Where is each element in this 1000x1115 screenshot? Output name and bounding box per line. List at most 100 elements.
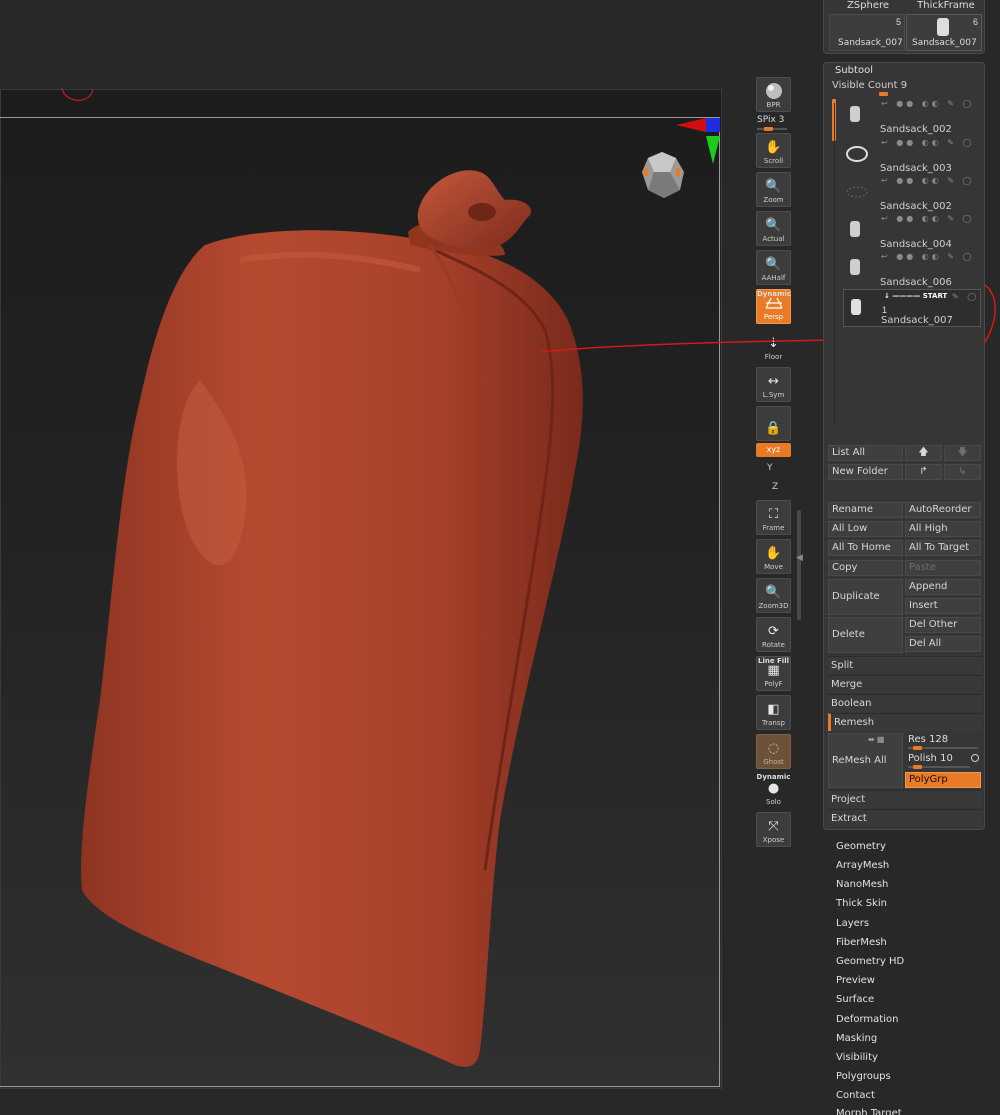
floor-icon: ⇣ — [768, 335, 779, 351]
subtool-row[interactable]: ↩ ●● ◐◐ ✎ ◯ Sandsack_003 — [843, 136, 981, 174]
del-all-button[interactable]: Del All — [905, 636, 981, 652]
zsphere-tool[interactable]: ZSphere — [830, 0, 906, 12]
polish-circle-icon[interactable] — [971, 754, 979, 762]
visible-count-knob[interactable] — [879, 92, 888, 96]
move-up-arrow-icon[interactable]: 🡅 — [905, 445, 942, 461]
all-to-home-button[interactable]: All To Home — [828, 540, 903, 556]
move-button[interactable]: ✋ Move — [756, 539, 791, 574]
lsym-button[interactable]: ↔ L.Sym — [756, 367, 791, 402]
line-fill-tag: Line Fill — [757, 657, 789, 665]
subtool-row-icons[interactable]: ↩ ●● ◐◐ ✎ ◯ — [881, 138, 974, 147]
list-all-button[interactable]: List All — [828, 445, 903, 461]
actual-button[interactable]: 🔍 Actual — [756, 211, 791, 246]
subtool-row[interactable]: ↩ ●● ◐◐ ✎ ◯ Sandsack_006 — [843, 250, 981, 288]
menu-masking[interactable]: Masking — [836, 1033, 877, 1044]
del-other-button[interactable]: Del Other — [905, 617, 981, 633]
xpose-icon: ⤧ — [768, 818, 779, 834]
remesh-options-icon[interactable]: ⬌ ▦ — [868, 735, 884, 744]
frame-button[interactable]: ⛶ Frame — [756, 500, 791, 535]
res-slider-knob[interactable] — [913, 746, 922, 750]
menu-geometry[interactable]: Geometry — [836, 841, 886, 852]
rename-button[interactable]: Rename — [828, 502, 903, 518]
subtool-row-icons[interactable]: ↩ ●● ◐◐ ✎ ◯ — [881, 99, 974, 108]
remesh-section[interactable]: Remesh — [828, 713, 982, 731]
polish-slider-knob[interactable] — [913, 765, 922, 769]
project-section[interactable]: Project — [828, 790, 982, 808]
rotate-button[interactable]: ⟳ Rotate — [756, 617, 791, 652]
res-slider[interactable]: Res 128 — [908, 734, 948, 745]
menu-visibility[interactable]: Visibility — [836, 1052, 878, 1063]
subtool-row[interactable]: ↩ ●● ◐◐ ✎ ◯ Sandsack_002 — [843, 97, 981, 135]
menu-polygroups[interactable]: Polygroups — [836, 1071, 891, 1082]
scroll-button[interactable]: ✋ Scroll — [756, 133, 791, 168]
duplicate-button[interactable]: Duplicate — [828, 579, 903, 615]
floor-button[interactable]: ⇣ Floor — [756, 328, 791, 363]
tool-thumb-6[interactable]: 6 Sandsack_007 — [906, 14, 982, 51]
zoom3d-button[interactable]: 🔍 Zoom3D — [756, 578, 791, 613]
autoreorder-button[interactable]: AutoReorder — [905, 502, 981, 518]
menu-preview[interactable]: Preview — [836, 975, 875, 986]
subtool-row-icons[interactable]: ↩ ●● ◐◐ ✎ ◯ — [881, 252, 974, 261]
rotate-y-axis[interactable]: Y — [767, 463, 773, 473]
all-low-button[interactable]: All Low — [828, 521, 903, 537]
subtool-row[interactable]: ↩ ●● ◐◐ ✎ ◯ Sandsack_002 — [843, 174, 981, 212]
menu-thick-skin[interactable]: Thick Skin — [836, 898, 887, 909]
bpr-button[interactable]: BPR — [756, 77, 791, 112]
subtool-row-icons[interactable]: ↩ ●● ◐◐ ✎ ◯ — [881, 176, 974, 185]
sack-thumb-icon — [845, 103, 869, 125]
axis-indicator — [676, 118, 720, 164]
tool-thumb-5[interactable]: 5 Sandsack_007 — [829, 14, 905, 51]
menu-nanomesh[interactable]: NanoMesh — [836, 879, 888, 890]
subtool-row[interactable]: ↩ ●● ◐◐ ✎ ◯ Sandsack_004 — [843, 212, 981, 250]
menu-arraymesh[interactable]: ArrayMesh — [836, 860, 889, 871]
menu-geometry-hd[interactable]: Geometry HD — [836, 956, 904, 967]
menu-layers[interactable]: Layers — [836, 918, 869, 929]
extract-section[interactable]: Extract — [828, 809, 982, 827]
visible-count-slider[interactable]: Visible Count 9 — [832, 80, 907, 91]
spix-label[interactable]: SPix 3 — [757, 115, 784, 125]
boolean-section[interactable]: Boolean — [828, 694, 982, 712]
subtool-row-icons[interactable]: ↩ ●● ◐◐ ✎ ◯ — [881, 214, 974, 223]
polygrp-toggle[interactable]: PolyGrp — [905, 772, 981, 788]
copy-button[interactable]: Copy — [828, 560, 903, 576]
folder-down-icon[interactable]: ↳ — [944, 464, 981, 480]
persp-button[interactable]: Dynamic Persp — [756, 289, 791, 324]
menu-surface[interactable]: Surface — [836, 994, 874, 1005]
all-high-button[interactable]: All High — [905, 521, 981, 537]
aahalf-button[interactable]: 🔍 AAHalf — [756, 250, 791, 285]
xpose-button[interactable]: ⤧ Xpose — [756, 812, 791, 847]
polish-slider[interactable]: Polish 10 — [908, 753, 953, 764]
rope-thumb-icon — [845, 142, 869, 164]
merge-section[interactable]: Merge — [828, 675, 982, 693]
insert-button[interactable]: Insert — [905, 598, 981, 614]
thickframe-tool[interactable]: ThickFrame — [908, 0, 984, 12]
paste-button[interactable]: Paste — [905, 560, 981, 576]
menu-fibermesh[interactable]: FiberMesh — [836, 937, 887, 948]
transp-button[interactable]: ◧ Transp — [756, 695, 791, 730]
polyf-button[interactable]: Line Fill ▦ PolyF — [756, 656, 791, 691]
append-button[interactable]: Append — [905, 579, 981, 595]
folder-up-icon[interactable]: ↱ — [905, 464, 942, 480]
lock-button[interactable]: 🔒 — [756, 406, 791, 441]
subtool-row-selected[interactable]: ↓ ———— START 1 ✎ ◯ Sandsack_007 — [843, 289, 981, 327]
shelf-scrollbar[interactable] — [797, 510, 801, 620]
all-to-target-button[interactable]: All To Target — [905, 540, 981, 556]
spix-knob[interactable] — [764, 127, 773, 131]
zoom-button[interactable]: 🔍 Zoom — [756, 172, 791, 207]
solo-button[interactable]: Dynamic ● Solo — [756, 773, 791, 808]
menu-deformation[interactable]: Deformation — [836, 1014, 898, 1025]
menu-contact[interactable]: Contact — [836, 1090, 875, 1101]
subtool-title[interactable]: Subtool — [835, 65, 873, 76]
delete-button[interactable]: Delete — [828, 617, 903, 653]
rotate-z-axis[interactable]: Z — [772, 482, 778, 492]
subtool-row-icons[interactable]: ✎ ◯ — [952, 292, 979, 301]
split-section[interactable]: Split — [828, 656, 982, 674]
remesh-all-button[interactable]: ReMesh All — [828, 733, 903, 788]
collapse-arrow-icon[interactable]: ◀ — [796, 552, 803, 563]
menu-morph-target[interactable]: Morph Target — [836, 1108, 902, 1115]
navigation-gizmo[interactable] — [642, 152, 684, 198]
ghost-button[interactable]: ◌ Ghost — [756, 734, 791, 769]
new-folder-button[interactable]: New Folder — [828, 464, 903, 480]
move-down-arrow-icon[interactable]: 🡇 — [944, 445, 981, 461]
xyz-button[interactable]: xyz — [756, 443, 791, 457]
